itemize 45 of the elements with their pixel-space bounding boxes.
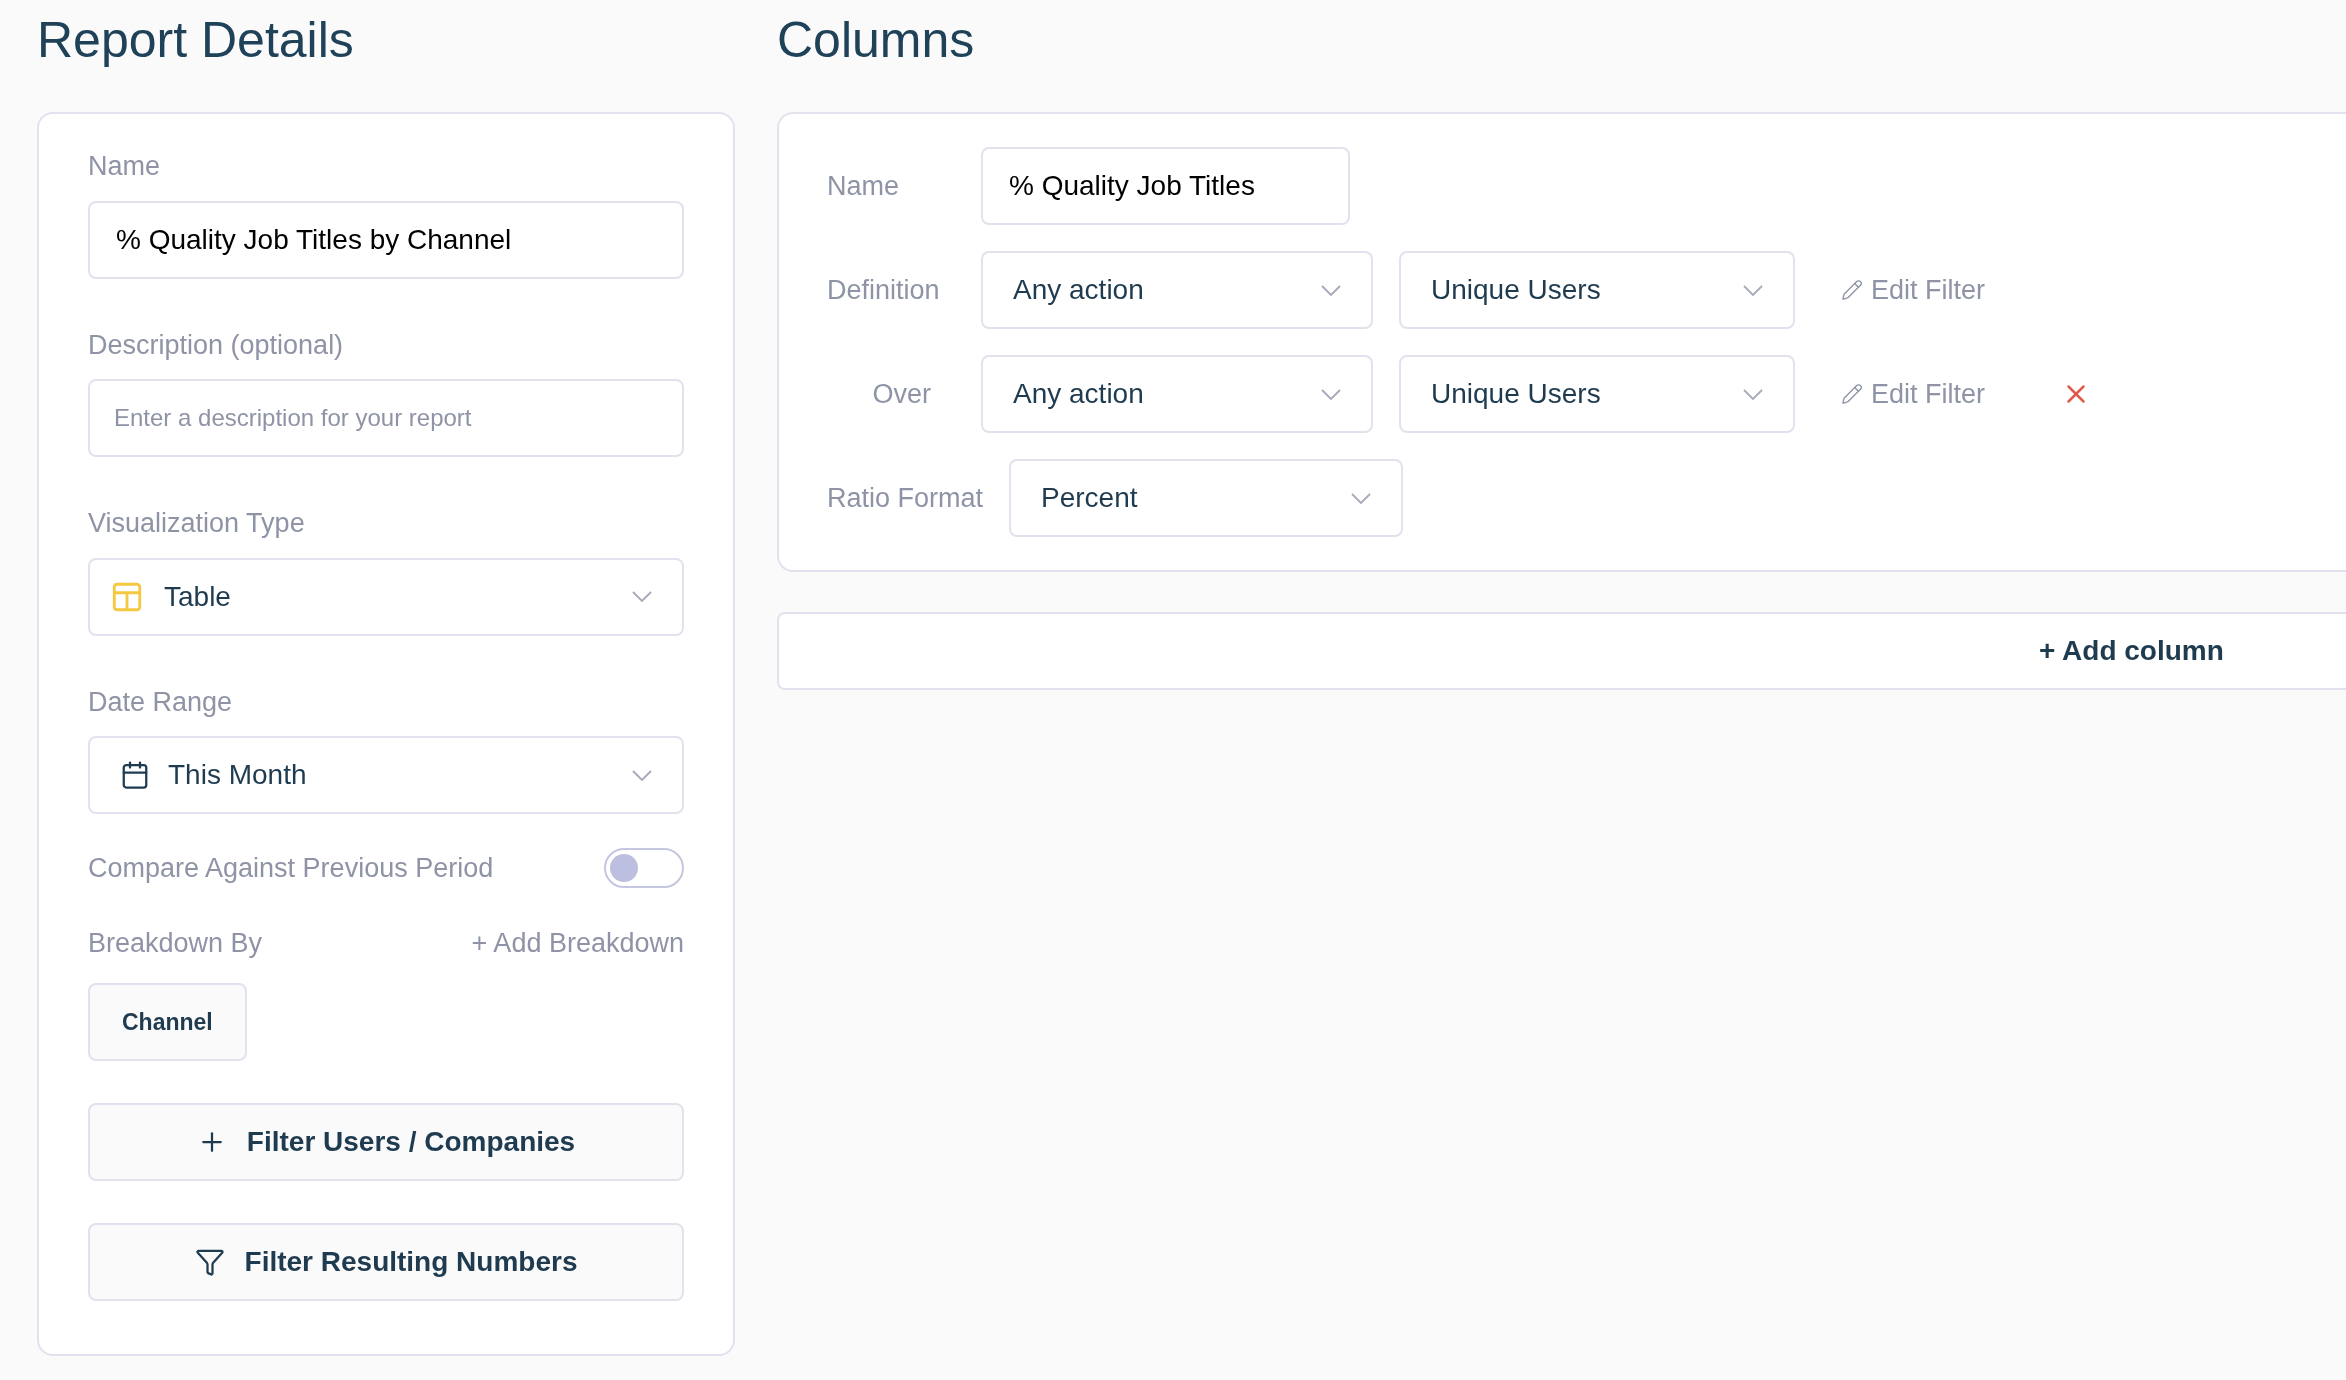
- section-title: Report Details: [37, 11, 355, 70]
- chevron-down-icon: [632, 591, 652, 602]
- chevron-down-icon: [1351, 492, 1372, 504]
- chevron-down-icon: [1743, 388, 1763, 400]
- dropdown-value: This Month: [168, 758, 308, 792]
- field-label: Date Range: [88, 685, 234, 719]
- field-label: Visualization Type: [88, 507, 306, 540]
- dropdown[interactable]: Unique Users: [1399, 355, 1795, 433]
- filter-button[interactable]: Filter Users / Companies: [88, 1103, 684, 1181]
- toggle-switch[interactable]: [604, 848, 684, 889]
- row-label: Name: [827, 169, 901, 203]
- dropdown-value: Percent: [1041, 481, 1139, 515]
- dropdown[interactable]: This Month: [88, 736, 684, 814]
- section-title: Columns: [777, 11, 976, 70]
- dropdown-value: Any action: [1013, 273, 1145, 307]
- dropdown-value: Unique Users: [1431, 273, 1602, 307]
- input-field[interactable]: % Quality Job Titles: [981, 147, 1350, 225]
- dropdown-value: Table: [164, 579, 232, 614]
- breakdown-chip[interactable]: Channel: [88, 983, 247, 1061]
- add-column-button[interactable]: + Add column: [777, 612, 2346, 690]
- input-field[interactable]: Enter a description for your report: [88, 379, 684, 457]
- chevron-down-icon: [1321, 284, 1341, 296]
- dropdown[interactable]: Any action: [981, 355, 1373, 433]
- calendar-icon: [120, 760, 150, 790]
- input-field[interactable]: % Quality Job Titles by Channel: [88, 200, 684, 279]
- row-label: Definition: [827, 273, 941, 307]
- field-label: Name: [88, 150, 162, 183]
- row-label: Over: [871, 377, 932, 411]
- pencil-icon: [1841, 279, 1863, 301]
- dropdown-value: Unique Users: [1431, 377, 1602, 411]
- dropdown[interactable]: Percent: [1009, 459, 1404, 537]
- field-label: Description (optional): [88, 328, 345, 362]
- row-label: Ratio Format: [827, 481, 984, 515]
- toggle-label: Compare Against Previous Period: [88, 852, 494, 885]
- dropdown[interactable]: Unique Users: [1399, 251, 1795, 329]
- dropdown[interactable]: Table: [88, 557, 684, 636]
- dropdown-value: Any action: [1013, 377, 1145, 411]
- chevron-down-icon: [1743, 284, 1763, 296]
- chevron-down-icon: [632, 769, 652, 781]
- pencil-icon: [1841, 383, 1863, 405]
- chevron-down-icon: [1321, 388, 1341, 400]
- filter-button[interactable]: Filter Resulting Numbers: [88, 1223, 684, 1301]
- field-label: Breakdown By: [88, 926, 263, 960]
- funnel-icon: [194, 1247, 225, 1277]
- dropdown[interactable]: Any action: [981, 251, 1373, 329]
